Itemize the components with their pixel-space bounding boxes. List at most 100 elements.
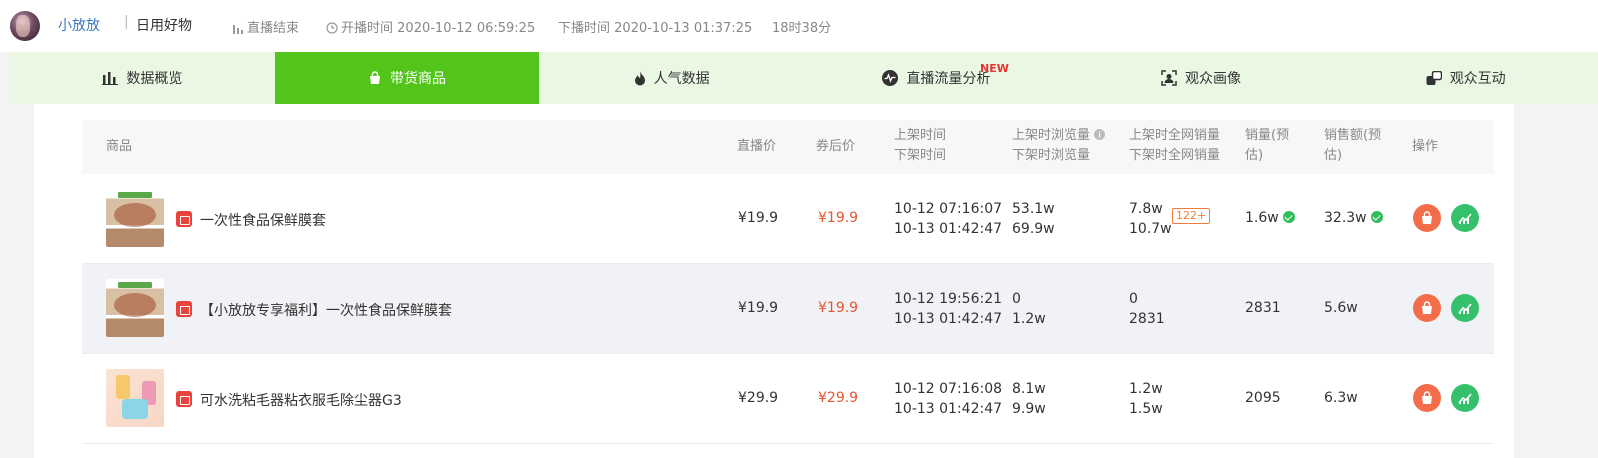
tab-audience-interaction[interactable]: 观众互动 [1333,52,1598,104]
live-header: 小放放 | 日用好物 直播结束 开播时间 2020-10-12 06:59:25… [0,0,1598,52]
flame-icon [634,70,645,85]
verified-icon [1282,211,1295,223]
trend-analysis-button[interactable] [1451,204,1479,232]
product-thumbnail[interactable] [106,369,164,427]
anchor-name-link[interactable]: 小放放 [58,15,100,35]
table-header: 商品 直播价 券后价 上架时间 下架时间 上架时浏览量 下架时浏览量 上架时全网… [82,120,1494,174]
avatar[interactable] [10,11,40,41]
col-off-sales[interactable]: 下架时全网销量 [1129,146,1220,166]
start-label: 开播时间 [341,21,394,36]
network-sales: 0 2831 [1129,289,1165,329]
chat-icon [1426,70,1442,85]
tab-label: 人气数据 [653,71,710,87]
col-off-views[interactable]: 下架时浏览量 [1012,146,1090,166]
col-sales-estimate[interactable]: 销量(预 [1245,126,1289,146]
sales-value: 1.6w [1245,210,1279,226]
tab-overview[interactable]: 数据概览 [10,52,275,104]
off-sales: 1.5w [1129,401,1163,417]
product-thumbnail[interactable] [106,279,164,337]
views: 53.1w 69.9w [1012,199,1055,239]
table-row[interactable]: 一次性食品保鲜膜套 ¥19.9 ¥19.9 10-12 07:16:07 10-… [82,174,1494,264]
bar-chart-icon [102,72,119,85]
col-shelf-views[interactable]: 上架时浏览量 [1012,126,1106,146]
end-time-value: 2020-10-13 01:37:25 [614,21,753,36]
col-live-price[interactable]: 直播价 [737,137,776,157]
off-sales: 10.7w [1129,221,1172,237]
product-title[interactable]: 可水洗粘毛器粘衣服毛除尘器G3 [200,390,402,410]
shopping-bag-icon [1422,211,1432,224]
col-revenue-estimate-2: 估) [1324,148,1343,163]
live-price: ¥19.9 [738,210,779,226]
trend-chart-icon [1458,393,1472,404]
trend-analysis-button[interactable] [1451,294,1479,322]
shelf-views: 53.1w [1012,201,1055,217]
start-time: 开播时间 2020-10-12 06:59:25 [326,17,535,36]
shelf-views: 8.1w [1012,381,1046,397]
tab-label: 观众画像 [1185,71,1242,87]
live-status-text: 直播结束 [247,21,300,36]
tab-label: 带货商品 [390,71,446,87]
col-off-time[interactable]: 下架时间 [894,146,946,166]
product-title[interactable]: 【小放放专享福利】一次性食品保鲜膜套 [200,300,452,320]
store-icon [176,211,192,227]
pulse-icon [882,70,899,86]
revenue-estimate: 5.6w [1324,300,1358,316]
coupon-price: ¥29.9 [818,390,859,406]
off-sales: 2831 [1129,311,1165,327]
shelf-times: 10-12 07:16:08 10-13 01:42:47 [894,379,1002,419]
end-time: 下播时间 2020-10-13 01:37:25 [558,17,752,36]
shopping-bag-icon [1422,391,1432,404]
category-label: 日用好物 [136,18,192,34]
shelf-views: 0 [1012,291,1021,307]
duration: 18时38分 [772,21,832,36]
tab-products[interactable]: 带货商品 [274,52,540,104]
shelf-time: 10-12 07:16:07 [894,201,1003,217]
divider: | [124,14,129,30]
shelf-sales: 7.8w [1129,201,1163,217]
product-thumbnail[interactable] [106,189,164,247]
col-shelf-sales[interactable]: 上架时全网销量 [1129,126,1220,146]
product-detail-button[interactable] [1413,384,1441,412]
sales-estimate: 2095 [1245,390,1281,406]
tab-popularity[interactable]: 人气数据 [539,52,804,104]
sales-estimate: 2831 [1245,300,1281,316]
product-detail-button[interactable] [1413,294,1441,322]
product-title[interactable]: 一次性食品保鲜膜套 [200,210,326,230]
table-row[interactable]: 【小放放专享福利】一次性食品保鲜膜套 ¥19.9 ¥19.9 10-12 19:… [82,264,1494,354]
trend-analysis-button[interactable] [1451,384,1479,412]
col-coupon-price[interactable]: 券后价 [816,137,855,157]
off-sales-line: 10.7w [1129,219,1172,239]
shelf-time: 10-12 19:56:21 [894,291,1003,307]
user-frame-icon [1161,70,1177,86]
coupon-price: ¥19.9 [818,210,859,226]
live-price: ¥29.9 [738,390,779,406]
clock-icon [326,22,338,34]
shelf-times: 10-12 19:56:21 10-13 01:42:47 [894,289,1002,329]
bar-chart-icon [233,25,243,34]
tab-audience-profile[interactable]: 观众画像 [1069,52,1334,104]
info-icon[interactable] [1094,129,1106,140]
col-shelf-time[interactable]: 上架时间 [894,126,946,146]
shelf-times: 10-12 07:16:07 10-13 01:42:47 [894,199,1002,239]
new-badge: NEW [980,62,1009,75]
col-revenue-estimate[interactable]: 销售额(预 [1324,126,1381,146]
network-sales: 1.2w 1.5w [1129,379,1163,419]
tab-label: 观众互动 [1449,71,1506,87]
shopping-bag-icon [1422,301,1432,314]
views: 8.1w 9.9w [1012,379,1046,419]
shopping-bag-icon [370,71,380,84]
off-views: 9.9w [1012,401,1046,417]
revenue-estimate: 32.3w [1324,210,1383,226]
revenue-value: 32.3w [1324,210,1367,226]
off-views: 69.9w [1012,221,1055,237]
products-table: 商品 直播价 券后价 上架时间 下架时间 上架时浏览量 下架时浏览量 上架时全网… [82,120,1494,444]
views: 0 1.2w [1012,289,1046,329]
tab-traffic-analysis[interactable]: 直播流量分析 NEW [804,52,1069,104]
verified-icon [1370,211,1383,223]
product-detail-button[interactable] [1413,204,1441,232]
shelf-sales: 0 [1129,291,1138,307]
store-icon [176,391,192,407]
table-row[interactable]: 可水洗粘毛器粘衣服毛除尘器G3 ¥29.9 ¥29.9 10-12 07:16:… [82,354,1494,444]
col-product: 商品 [106,139,133,154]
revenue-estimate: 6.3w [1324,390,1358,406]
